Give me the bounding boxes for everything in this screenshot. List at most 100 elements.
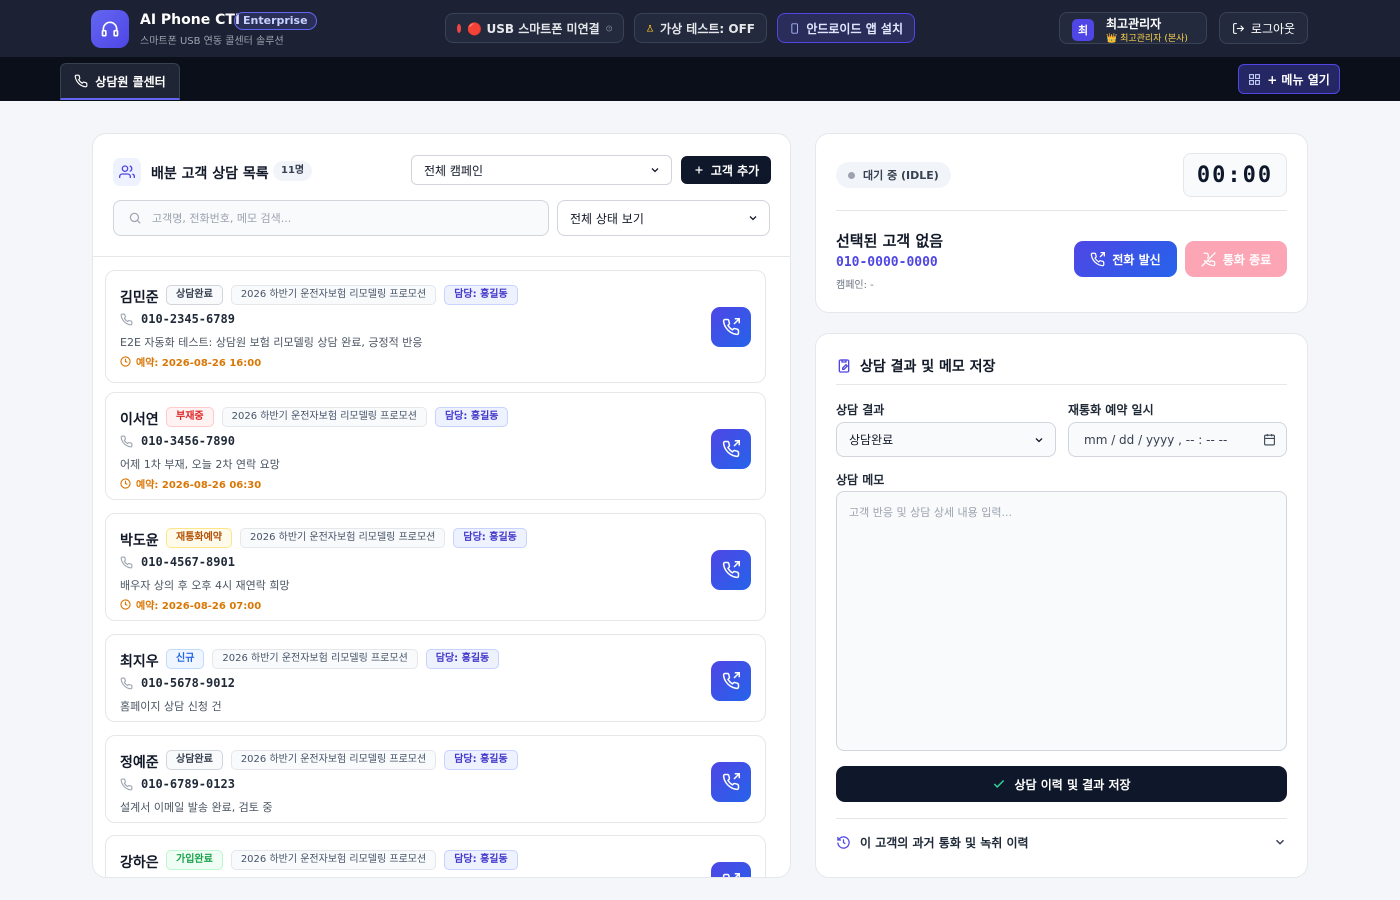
search-input[interactable]: 고객명, 전화번호, 메모 검색... <box>113 200 549 236</box>
call-customer-button[interactable] <box>711 661 751 701</box>
open-menu-button[interactable]: + 메뉴 열기 <box>1238 64 1340 94</box>
callback-label: 재통화 예약 일시 <box>1068 403 1154 417</box>
phone-icon <box>120 435 133 447</box>
callback-datetime-placeholder: mm / dd / yyyy , -- : -- -- <box>1084 432 1228 447</box>
customer-card[interactable]: 정예준 상담완료 2026 하반기 운전자보험 리모델링 프로모션 담당: 홍길… <box>105 735 766 823</box>
customer-memo: 설계서 이메일 발송 완료, 검토 중 <box>120 801 273 814</box>
top-bar: AI Phone CTI Enterprise 스마트폰 USB 연동 콜센터 … <box>0 0 1400 57</box>
edition-badge: Enterprise <box>234 12 317 30</box>
customer-count-badge: 11명 <box>273 161 313 181</box>
user-role: 👑 최고관리자 (본사) <box>1106 34 1188 44</box>
customer-memo: 어제 1차 부재, 오늘 2차 연락 요망 <box>120 458 280 471</box>
status-filter-value: 전체 상태 보기 <box>570 211 644 226</box>
save-result-button[interactable]: 상담 이력 및 결과 저장 <box>836 766 1287 802</box>
usb-status-label: 🔴 USB 스마트폰 미연결 <box>467 21 600 36</box>
dial-button[interactable]: 전화 발신 <box>1074 241 1177 277</box>
tab-label: 상담원 콜센터 <box>95 74 166 89</box>
search-icon <box>129 212 141 224</box>
customer-phone: 010-5678-9012 <box>141 676 235 690</box>
customer-name: 이서연 <box>120 412 159 428</box>
usb-status-indicator[interactable]: 🔴 USB 스마트폰 미연결 <box>445 13 624 43</box>
owner-badge: 담당: 홍길동 <box>444 285 518 305</box>
campaign-badge: 2026 하반기 운전자보험 리모델링 프로모션 <box>240 528 446 548</box>
dial-button-label: 전화 발신 <box>1112 252 1161 267</box>
grid-icon <box>1249 73 1261 85</box>
customer-phone: 010-6789-0123 <box>141 777 235 791</box>
chevron-down-icon <box>1275 839 1285 845</box>
customer-card[interactable]: 이서연 부재중 2026 하반기 운전자보험 리모델링 프로모션 담당: 홍길동… <box>105 392 766 500</box>
customer-memo: 홈페이지 상담 신청 건 <box>120 700 222 713</box>
campaign-filter-value: 전체 캠페인 <box>424 163 484 178</box>
selected-customer-title: 선택된 고객 없음 <box>836 232 944 250</box>
status-badge: 부재중 <box>166 407 214 427</box>
virtual-test-label: 가상 테스트: OFF <box>660 21 755 36</box>
phone-outgoing-icon <box>1091 251 1106 266</box>
call-customer-button[interactable] <box>711 762 751 802</box>
customer-card[interactable]: 최지우 신규 2026 하반기 운전자보험 리모델링 프로모션 담당: 홍길동 … <box>105 634 766 722</box>
app-subtitle: 스마트폰 USB 연동 콜센터 솔루션 <box>140 36 284 47</box>
customer-name: 김민준 <box>120 290 159 306</box>
phone-off-icon <box>1201 251 1216 267</box>
customer-phone: 010-3456-7890 <box>141 434 235 448</box>
reservation-time: 예약: 2026-08-26 07:00 <box>136 601 262 612</box>
divider <box>93 256 790 257</box>
call-customer-button[interactable] <box>711 550 751 590</box>
callback-datetime-input[interactable]: mm / dd / yyyy , -- : -- -- <box>1068 422 1287 457</box>
owner-badge: 담당: 홍길동 <box>444 750 518 770</box>
phone-outgoing-icon <box>722 672 740 690</box>
virtual-test-toggle[interactable]: 가상 테스트: OFF <box>634 13 767 43</box>
campaign-badge: 2026 하반기 운전자보험 리모델링 프로모션 <box>212 649 418 669</box>
user-profile[interactable]: 최 최고관리자 👑 최고관리자 (본사) <box>1059 12 1207 44</box>
reservation-time: 예약: 2026-08-26 06:30 <box>136 480 262 491</box>
call-customer-button[interactable] <box>711 862 751 877</box>
tab-agent-callcenter[interactable]: 상담원 콜센터 <box>60 63 180 100</box>
result-select-value: 상담완료 <box>849 433 894 447</box>
clipboard-edit-icon <box>838 359 850 373</box>
campaign-badge: 2026 하반기 운전자보험 리모델링 프로모션 <box>230 750 437 770</box>
app-title: AI Phone CTI <box>140 12 241 28</box>
divider <box>836 818 1287 819</box>
phone-icon <box>120 778 133 790</box>
calendar-icon <box>1264 434 1275 446</box>
customer-phone: 010-2345-6789 <box>141 312 235 326</box>
smartphone-icon <box>791 22 798 34</box>
result-form-header: 상담 결과 및 메모 저장 <box>836 356 995 376</box>
android-install-button[interactable]: 안드로이드 앱 설치 <box>777 13 915 43</box>
status-badge: 신규 <box>166 649 205 669</box>
memo-textarea[interactable]: 고객 반응 및 상담 상세 내용 입력... <box>836 491 1287 751</box>
owner-badge: 담당: 홍길동 <box>453 528 527 548</box>
call-customer-button[interactable] <box>711 429 751 469</box>
plus-icon <box>695 166 703 174</box>
status-badge: 상담완료 <box>166 750 223 770</box>
campaign-filter-select[interactable]: 전체 캠페인 <box>411 155 672 185</box>
campaign-badge: 2026 하반기 운전자보험 리모델링 프로모션 <box>230 285 437 305</box>
logout-button[interactable]: 로그아웃 <box>1219 12 1308 44</box>
end-call-button[interactable]: 통화 종료 <box>1185 241 1287 277</box>
flask-icon <box>646 24 654 32</box>
customer-memo: 배우자 상의 후 오후 4시 재연락 희망 <box>120 579 290 592</box>
logout-icon <box>1232 22 1245 34</box>
memo-placeholder: 고객 반응 및 상담 상세 내용 입력... <box>849 506 1013 519</box>
owner-badge: 담당: 홍길동 <box>425 649 500 669</box>
clock-icon <box>120 356 131 367</box>
call-history-toggle[interactable]: 이 고객의 과거 통화 및 녹취 이력 <box>836 831 1287 853</box>
status-filter-select[interactable]: 전체 상태 보기 <box>557 200 770 236</box>
result-select[interactable]: 상담완료 <box>836 422 1056 457</box>
customer-list-title: 배분 고객 상담 목록 <box>151 166 269 182</box>
call-customer-button[interactable] <box>711 307 751 347</box>
owner-badge: 담당: 홍길동 <box>434 407 509 427</box>
customer-card[interactable]: 박도윤 재통화예약 2026 하반기 운전자보험 리모델링 프로모션 담당: 홍… <box>105 513 766 621</box>
memo-label: 상담 메모 <box>836 473 885 487</box>
headset-logo-icon <box>91 10 129 48</box>
customer-card[interactable]: 강하은 가입완료 2026 하반기 운전자보험 리모델링 프로모션 담당: 홍길… <box>105 835 766 877</box>
owner-badge: 담당: 홍길동 <box>444 850 518 870</box>
sub-nav-bar: 상담원 콜센터 + 메뉴 열기 <box>0 57 1400 101</box>
save-result-label: 상담 이력 및 결과 저장 <box>1014 777 1131 792</box>
status-dot-icon <box>457 23 462 33</box>
selected-customer-campaign: 캠페인: - <box>836 280 874 291</box>
add-customer-button[interactable]: 고객 추가 <box>681 156 771 184</box>
customer-card[interactable]: 김민준 상담완료 2026 하반기 운전자보험 리모델링 프로모션 담당: 홍길… <box>105 270 766 383</box>
clock-icon <box>120 599 131 610</box>
campaign-badge: 2026 하반기 운전자보험 리모델링 프로모션 <box>221 407 427 427</box>
phone-icon <box>120 556 133 568</box>
